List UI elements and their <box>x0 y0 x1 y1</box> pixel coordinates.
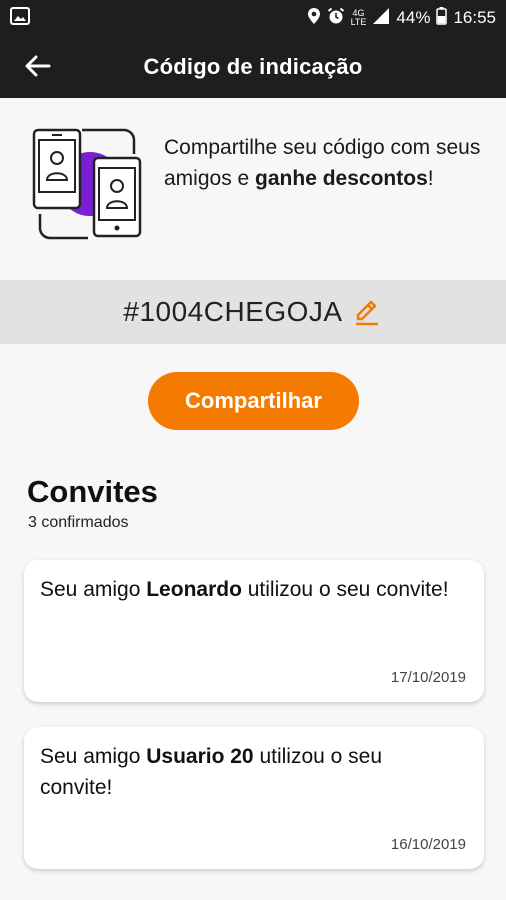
invite-message: Seu amigo Usuario 20 utilizou o seu conv… <box>40 741 460 803</box>
arrow-left-icon <box>25 55 51 82</box>
invite-friend-name: Usuario 20 <box>146 745 254 768</box>
invite-text-part: utilizou o seu convite! <box>241 578 449 601</box>
page-title: Código de indicação <box>143 54 363 79</box>
network-type: 4G LTE <box>351 9 367 27</box>
app-bar: Código de indicação <box>0 36 506 98</box>
invite-text-part: Seu amigo <box>40 745 147 768</box>
invite-text-part: Seu amigo <box>40 578 147 601</box>
invite-message: Seu amigo Leonardo utilizou o seu convit… <box>40 574 460 605</box>
back-button[interactable] <box>20 50 56 86</box>
share-button[interactable]: Compartilhar <box>148 372 359 430</box>
battery-icon <box>436 6 448 30</box>
intro-message: Compartilhe seu código com seus amigos e… <box>164 132 494 194</box>
referral-code-strip: #1004CHEGOJA <box>0 280 506 344</box>
invites-title: Convites <box>27 474 158 509</box>
two-phones-illustration-icon <box>28 126 146 244</box>
clock-time: 16:55 <box>453 8 496 27</box>
invite-date: 16/10/2019 <box>390 836 466 853</box>
intro-text-part: ! <box>427 167 434 190</box>
alarm-icon <box>327 7 345 30</box>
invite-date: 17/10/2019 <box>390 669 466 686</box>
invite-card: Seu amigo Usuario 20 utilizou o seu conv… <box>24 727 484 869</box>
battery-percent: 44% <box>396 8 431 27</box>
location-icon <box>307 7 321 30</box>
referral-code: #1004CHEGOJA <box>123 296 343 327</box>
network-type-bottom: LTE <box>350 17 367 27</box>
invites-count: 3 confirmados <box>28 514 129 531</box>
intro-text-part: Compartilhe seu código com seus <box>164 136 481 159</box>
pencil-icon[interactable] <box>353 297 383 327</box>
intro-text-part: amigos e <box>164 167 256 190</box>
invite-friend-name: Leonardo <box>146 578 242 601</box>
image-icon <box>10 6 30 30</box>
invite-card: Seu amigo Leonardo utilizou o seu convit… <box>24 560 484 702</box>
intro-section: Compartilhe seu código com seus amigos e… <box>0 98 506 280</box>
intro-text-highlight: ganhe descontos <box>255 167 428 190</box>
signal-icon <box>372 7 390 30</box>
status-bar: 4G LTE 44% 16:55 <box>0 0 506 36</box>
